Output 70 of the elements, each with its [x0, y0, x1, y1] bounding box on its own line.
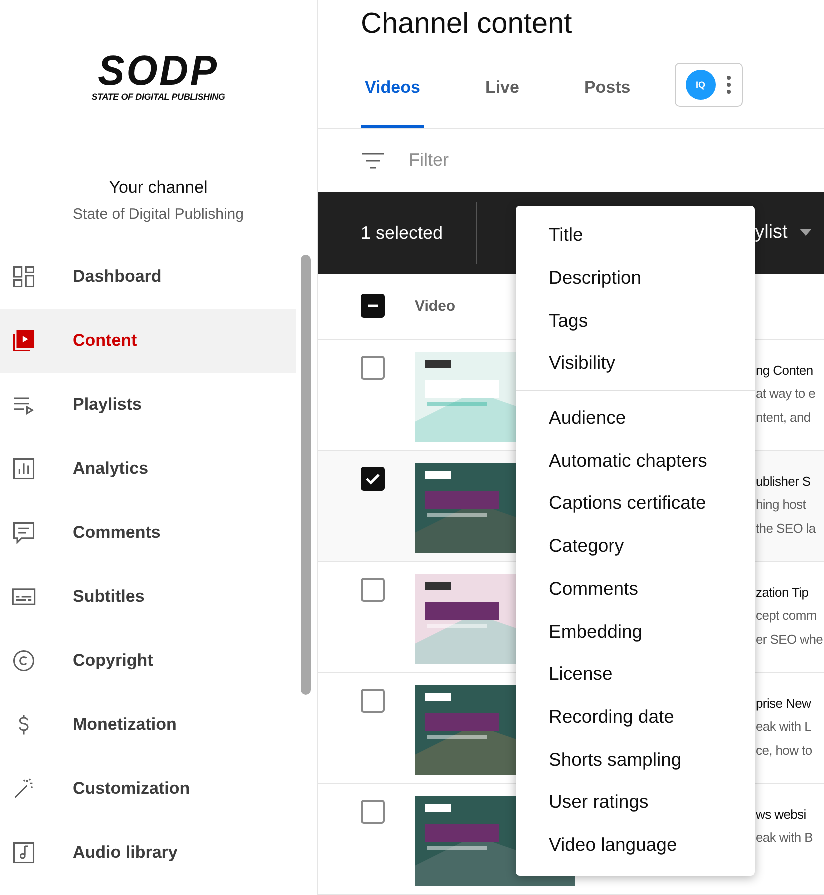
menu-item[interactable]: Title: [516, 214, 755, 257]
checkbox[interactable]: [361, 800, 385, 824]
minus-icon: [367, 304, 379, 308]
sidebar-item[interactable]: Customization: [0, 757, 296, 821]
checkbox[interactable]: [361, 578, 385, 602]
sidebar-item[interactable]: Analytics: [0, 437, 296, 501]
video-title[interactable]: ublisher S: [756, 470, 816, 493]
menu-item[interactable]: User ratings: [516, 780, 755, 824]
tab[interactable]: Live: [481, 42, 524, 128]
checkbox[interactable]: [361, 294, 385, 318]
filter-icon[interactable]: [361, 150, 385, 171]
menu-item[interactable]: Embedding: [516, 610, 755, 653]
chart-icon: [11, 456, 37, 482]
extension-logo: IQ: [686, 70, 716, 100]
sidebar-item[interactable]: Subtitles: [0, 565, 296, 629]
checkbox[interactable]: [361, 466, 385, 491]
menu-item[interactable]: Shorts sampling: [516, 738, 755, 781]
sidebar-item[interactable]: Comments: [0, 501, 296, 565]
checkbox[interactable]: [361, 688, 385, 713]
video-description: ntent, and: [756, 408, 812, 427]
caret-icon: [800, 229, 812, 238]
sidebar-item[interactable]: Copyright: [0, 629, 296, 693]
video-description: the SEO la: [756, 520, 816, 538]
menu-item[interactable]: Comments: [516, 568, 755, 610]
music-note-icon: [11, 840, 37, 866]
video-description: at way to e: [756, 384, 816, 403]
video-description: hing host: [756, 496, 808, 514]
video-title[interactable]: prise New: [756, 692, 812, 715]
menu-item[interactable]: License: [516, 652, 755, 696]
sidebar-item[interactable]: Dashboard: [0, 245, 296, 309]
speech-bubble-icon: [11, 520, 37, 546]
menu-item[interactable]: Tags: [516, 299, 755, 342]
sidebar-item[interactable]: Monetization: [0, 693, 296, 757]
filter-field[interactable]: Filter: [407, 149, 611, 172]
sidebar-item[interactable]: Audio library: [0, 821, 296, 885]
tab[interactable]: Videos: [361, 42, 424, 128]
sidebar-item[interactable]: Content: [0, 309, 296, 373]
sidebar-item[interactable]: Playlists: [0, 373, 296, 437]
video-description: eak with B: [756, 828, 813, 847]
logo-wordmark: SODP: [98, 50, 219, 92]
copyright-icon: [11, 648, 37, 674]
more-icon: [726, 75, 732, 96]
menu-item[interactable]: Audience: [516, 396, 755, 440]
tab[interactable]: Posts: [580, 42, 635, 128]
menu-item[interactable]: Category: [516, 524, 755, 568]
menu-item[interactable]: Recording date: [516, 696, 755, 738]
video-description: eak with L: [756, 718, 812, 736]
checkbox[interactable]: [361, 356, 385, 380]
column-header[interactable]: Video: [415, 298, 456, 315]
menu-item[interactable]: Video language: [516, 824, 755, 866]
menu-item[interactable]: Visibility: [516, 342, 755, 385]
video-description: ce, how to: [756, 742, 812, 760]
channel-label: Your channel: [109, 178, 208, 198]
menu-item[interactable]: Description: [516, 256, 755, 300]
menu-item[interactable]: Automatic chapters: [516, 439, 755, 482]
dashboard-icon: [11, 264, 37, 290]
channel-name: State of Digital Publishing: [73, 206, 244, 223]
playlist-dropdown[interactable]: ylist: [755, 222, 788, 244]
check-icon: [365, 472, 381, 486]
video-title[interactable]: ng Conten: [756, 360, 816, 382]
scrollbar[interactable]: [301, 255, 311, 695]
video-description: er SEO whe: [756, 630, 824, 649]
menu-item[interactable]: Captions certificate: [516, 482, 755, 525]
page-title: Channel content: [361, 7, 574, 42]
video-title[interactable]: zation Tip: [756, 582, 824, 604]
selection-count: 1 selected: [361, 222, 444, 244]
video-title[interactable]: ws websi: [756, 804, 813, 826]
play-icon: [11, 328, 37, 354]
logo-tagline: STATE OF DIGITAL PUBLISHING: [92, 92, 226, 102]
video-description: cept comm: [756, 606, 818, 625]
